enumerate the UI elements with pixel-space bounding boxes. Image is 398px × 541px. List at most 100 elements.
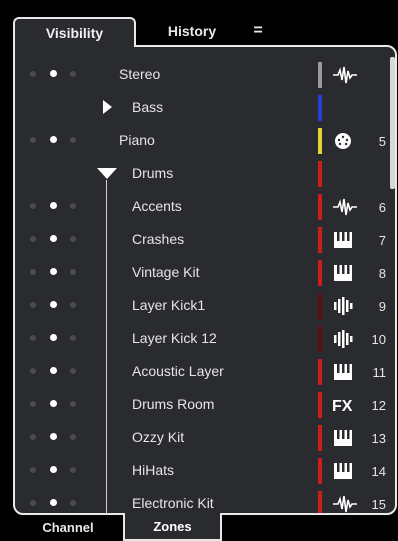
track-color-swatch bbox=[318, 227, 322, 253]
track-row[interactable]: Stereo bbox=[15, 58, 385, 91]
visibility-dot[interactable] bbox=[70, 368, 76, 374]
visibility-dot[interactable] bbox=[50, 433, 57, 440]
track-number: 5 bbox=[378, 134, 386, 149]
visibility-dot[interactable] bbox=[50, 202, 57, 209]
visibility-dot[interactable] bbox=[50, 367, 57, 374]
track-row[interactable]: Electronic Kit 15 bbox=[15, 487, 386, 513]
visibility-panel: Stereo Bass Piano 5 Drums Accents 6 Crashes 7 Vin… bbox=[13, 45, 397, 515]
track-color-swatch bbox=[318, 425, 322, 451]
visibility-toggles[interactable] bbox=[30, 400, 90, 409]
track-name: HiHats bbox=[132, 462, 175, 478]
visibility-dot[interactable] bbox=[30, 401, 36, 407]
visibility-dot[interactable] bbox=[70, 269, 76, 275]
track-row[interactable]: Layer Kick 12 10 bbox=[15, 322, 386, 355]
track-name: Electronic Kit bbox=[132, 495, 214, 511]
track-row[interactable]: Accents 6 bbox=[15, 190, 386, 223]
track-row[interactable]: Vintage Kit 8 bbox=[15, 256, 386, 289]
visibility-dot[interactable] bbox=[30, 434, 36, 440]
track-number: 8 bbox=[378, 266, 386, 281]
visibility-dot[interactable] bbox=[30, 71, 36, 77]
track-name: Ozzy Kit bbox=[132, 429, 185, 445]
track-row[interactable]: HiHats 14 bbox=[15, 454, 386, 487]
visibility-dot[interactable] bbox=[50, 136, 57, 143]
instrument-keys-icon bbox=[332, 263, 358, 283]
visibility-toggles[interactable] bbox=[30, 334, 90, 343]
track-name: Layer Kick 12 bbox=[132, 330, 217, 346]
visibility-dot[interactable] bbox=[70, 236, 76, 242]
track-row[interactable]: Drums Room FX 12 bbox=[15, 388, 386, 421]
visibility-toggles[interactable] bbox=[30, 136, 90, 145]
visibility-dot[interactable] bbox=[50, 400, 57, 407]
track-name: Piano bbox=[119, 132, 155, 148]
visibility-dot[interactable] bbox=[30, 236, 36, 242]
tab-menu-icon[interactable]: = bbox=[244, 17, 272, 47]
track-row[interactable]: Layer Kick1 9 bbox=[15, 289, 386, 322]
scrollbar[interactable] bbox=[390, 57, 395, 189]
track-color-swatch bbox=[318, 491, 322, 513]
fx-label: FX bbox=[332, 398, 353, 415]
track-number: 12 bbox=[371, 398, 386, 413]
visibility-dot[interactable] bbox=[30, 203, 36, 209]
visibility-dot[interactable] bbox=[50, 334, 57, 341]
visibility-toggles[interactable] bbox=[30, 433, 90, 442]
track-row[interactable]: Acoustic Layer 11 bbox=[15, 355, 387, 388]
track-name: Accents bbox=[132, 198, 182, 214]
folder-collapsed-arrow-icon[interactable] bbox=[103, 100, 112, 114]
instrument-keys-icon bbox=[332, 461, 358, 481]
visibility-toggles[interactable] bbox=[30, 367, 90, 376]
visibility-dot[interactable] bbox=[30, 467, 36, 473]
track-color-swatch bbox=[318, 194, 322, 220]
track-color-swatch bbox=[318, 128, 322, 154]
track-number: 11 bbox=[372, 365, 387, 380]
visibility-dot[interactable] bbox=[30, 137, 36, 143]
visibility-dot[interactable] bbox=[70, 71, 76, 77]
visibility-dot[interactable] bbox=[70, 302, 76, 308]
visibility-dot[interactable] bbox=[30, 302, 36, 308]
audio-waveform-icon bbox=[332, 197, 358, 217]
visibility-dot[interactable] bbox=[70, 467, 76, 473]
visibility-dot[interactable] bbox=[50, 70, 57, 77]
track-row[interactable]: Bass bbox=[15, 91, 385, 124]
visibility-dot[interactable] bbox=[30, 269, 36, 275]
visibility-dot[interactable] bbox=[30, 500, 36, 506]
tab-channel[interactable]: Channel bbox=[13, 515, 123, 541]
track-row[interactable]: Drums bbox=[15, 157, 385, 190]
visibility-toggles[interactable] bbox=[30, 499, 90, 508]
tab-zones[interactable]: Zones bbox=[123, 513, 222, 541]
visibility-dot[interactable] bbox=[50, 499, 57, 506]
visibility-toggles[interactable] bbox=[30, 466, 90, 475]
visibility-dot[interactable] bbox=[70, 137, 76, 143]
track-name: Stereo bbox=[119, 66, 161, 82]
visibility-toggles[interactable] bbox=[30, 70, 90, 79]
visibility-dot[interactable] bbox=[70, 335, 76, 341]
tab-history[interactable]: History bbox=[150, 17, 234, 47]
track-color-swatch bbox=[318, 458, 322, 484]
visibility-dot[interactable] bbox=[50, 235, 57, 242]
visibility-dot[interactable] bbox=[70, 401, 76, 407]
visibility-dot[interactable] bbox=[70, 500, 76, 506]
track-row[interactable]: Crashes 7 bbox=[15, 223, 386, 256]
track-color-swatch bbox=[318, 62, 322, 88]
visibility-dot[interactable] bbox=[50, 466, 57, 473]
visibility-dot[interactable] bbox=[30, 368, 36, 374]
visibility-toggles[interactable] bbox=[30, 202, 90, 211]
visibility-toggles[interactable] bbox=[30, 235, 90, 244]
track-row[interactable]: Piano 5 bbox=[15, 124, 386, 157]
tab-visibility[interactable]: Visibility bbox=[13, 17, 136, 47]
track-number: 10 bbox=[371, 332, 386, 347]
visibility-dot[interactable] bbox=[50, 301, 57, 308]
visibility-toggles[interactable] bbox=[30, 301, 90, 310]
bottom-tab-bar: Channel Zones bbox=[0, 513, 398, 541]
folder-expanded-arrow-icon[interactable] bbox=[97, 168, 117, 179]
track-number: 9 bbox=[378, 299, 386, 314]
track-color-swatch bbox=[318, 95, 322, 121]
visibility-dot[interactable] bbox=[50, 268, 57, 275]
visibility-dot[interactable] bbox=[30, 335, 36, 341]
track-color-swatch bbox=[318, 392, 322, 418]
visibility-toggles[interactable] bbox=[30, 268, 90, 277]
instrument-keys-icon bbox=[332, 362, 358, 382]
track-color-swatch bbox=[318, 293, 322, 319]
visibility-dot[interactable] bbox=[70, 203, 76, 209]
track-row[interactable]: Ozzy Kit 13 bbox=[15, 421, 386, 454]
visibility-dot[interactable] bbox=[70, 434, 76, 440]
